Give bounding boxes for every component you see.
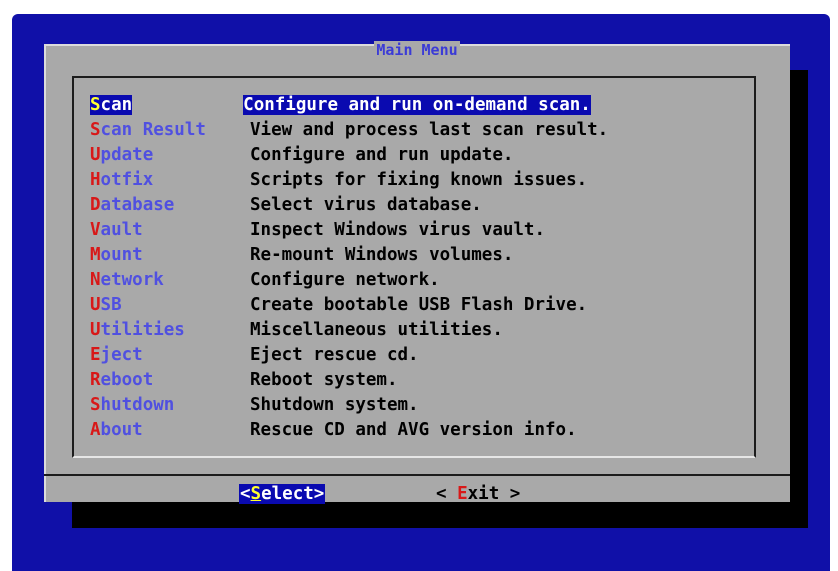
menu-item-label: ject <box>100 344 143 365</box>
hotkey: A <box>90 419 101 440</box>
button-label: elect <box>261 484 314 504</box>
menu-item-tag: Hotfix <box>90 170 250 190</box>
hotkey: E <box>90 344 101 365</box>
hotkey: M <box>90 244 101 265</box>
hotkey: U <box>90 144 101 165</box>
menu-item-label: tilities <box>100 319 185 340</box>
menu-item-tag: Shutdown <box>90 395 250 415</box>
menu-item-eject[interactable]: Eject Eject rescue cd. <box>90 342 690 367</box>
button-bracket: < <box>436 484 458 504</box>
menu-item-vault[interactable]: Vault Inspect Windows virus vault. <box>90 217 690 242</box>
select-button[interactable]: <Select> <box>239 484 326 504</box>
hotkey: H <box>90 169 101 190</box>
menu-item-label: eboot <box>100 369 154 390</box>
menu-item-update[interactable]: Update Configure and run update. <box>90 142 690 167</box>
dialog-bevel-left <box>44 44 46 502</box>
menu-item-description: Shutdown system. <box>250 394 419 415</box>
hotkey: D <box>90 194 101 215</box>
menu-item-reboot[interactable]: Reboot Reboot system. <box>90 367 690 392</box>
menu-item-label: SB <box>100 294 122 315</box>
menu-item-tag: About <box>90 420 250 440</box>
menu-item-description: Rescue CD and AVG version info. <box>250 419 577 440</box>
button-label: xit <box>467 484 500 504</box>
hotkey: S <box>90 94 101 115</box>
menu-item-description: Reboot system. <box>250 369 398 390</box>
menu-item-label: can Result <box>100 119 206 140</box>
hotkey: U <box>90 294 101 315</box>
menu-item-tag: Utilities <box>90 320 250 340</box>
hotkey: S <box>90 119 101 140</box>
menu-item-tag: Update <box>90 145 250 165</box>
menu-item-description: Configure and run update. <box>250 144 514 165</box>
menu-item-description: Configure and run on-demand scan. <box>243 94 591 115</box>
menu-item-description: Select virus database. <box>250 194 482 215</box>
menu-item-tag: Database <box>90 195 250 215</box>
menu-item-description: Re-mount Windows volumes. <box>250 244 514 265</box>
menu-item-usb[interactable]: USB Create bootable USB Flash Drive. <box>90 292 690 317</box>
menu-item-description: Configure network. <box>250 269 440 290</box>
button-bracket: < <box>240 484 251 504</box>
menu-item-tag: Scan <box>90 94 133 115</box>
menu-item-label: etwork <box>100 269 164 290</box>
menu-item-label: hutdown <box>100 394 175 415</box>
exit-button[interactable]: < Exit > <box>436 484 520 504</box>
menu-item-scan[interactable]: Scan Configure and run on-demand scan. <box>90 92 690 117</box>
menu-item-tag: Eject <box>90 345 250 365</box>
menu-item-tag: Vault <box>90 220 250 240</box>
menu-item-label: ault <box>100 219 143 240</box>
hotkey: E <box>457 484 468 504</box>
menu-item-network[interactable]: Network Configure network. <box>90 267 690 292</box>
menu-item-tag: Scan Result <box>90 120 250 140</box>
menu-item-mount[interactable]: Mount Re-mount Windows volumes. <box>90 242 690 267</box>
main-menu-dialog: Main Menu Scan Configure and run on-dema… <box>44 41 790 504</box>
menu-item-tag: Network <box>90 270 250 290</box>
dialog-title: Main Menu <box>374 41 460 59</box>
menu-item-description: Create bootable USB Flash Drive. <box>250 294 588 315</box>
menu-item-label: bout <box>100 419 143 440</box>
hotkey: V <box>90 219 101 240</box>
menu-list: Scan Configure and run on-demand scan. S… <box>90 92 690 442</box>
hotkey: S <box>90 394 101 415</box>
menu-item-description: Scripts for fixing known issues. <box>250 169 588 190</box>
menu-item-label: can <box>100 94 133 115</box>
menu-item-tag: Mount <box>90 245 250 265</box>
menu-item-label: otfix <box>100 169 154 190</box>
menu-item-tag: USB <box>90 295 250 315</box>
hotkey: S <box>250 484 262 504</box>
dialog-title-bar: Main Menu <box>44 41 790 59</box>
menu-item-label: atabase <box>100 194 175 215</box>
menu-item-utilities[interactable]: Utilities Miscellaneous utilities. <box>90 317 690 342</box>
hotkey: U <box>90 319 101 340</box>
button-bar-divider <box>44 474 790 476</box>
menu-item-label: pdate <box>100 144 154 165</box>
menu-item-shutdown[interactable]: Shutdown Shutdown system. <box>90 392 690 417</box>
menu-item-label: ount <box>100 244 143 265</box>
menu-item-description: Inspect Windows virus vault. <box>250 219 546 240</box>
menu-item-description: Miscellaneous utilities. <box>250 319 503 340</box>
button-bar: <Select> < Exit > <box>44 484 790 510</box>
hotkey: N <box>90 269 101 290</box>
menu-item-scan-result[interactable]: Scan Result View and process last scan r… <box>90 117 690 142</box>
menu-item-database[interactable]: Database Select virus database. <box>90 192 690 217</box>
menu-item-description: Eject rescue cd. <box>250 344 419 365</box>
button-bracket: > <box>313 484 325 504</box>
menu-item-description: View and process last scan result. <box>250 119 609 140</box>
menu-item-hotfix[interactable]: Hotfix Scripts for fixing known issues. <box>90 167 690 192</box>
hotkey: R <box>90 369 101 390</box>
menu-item-tag: Reboot <box>90 370 250 390</box>
button-bracket: > <box>499 484 521 504</box>
menu-item-about[interactable]: About Rescue CD and AVG version info. <box>90 417 690 442</box>
